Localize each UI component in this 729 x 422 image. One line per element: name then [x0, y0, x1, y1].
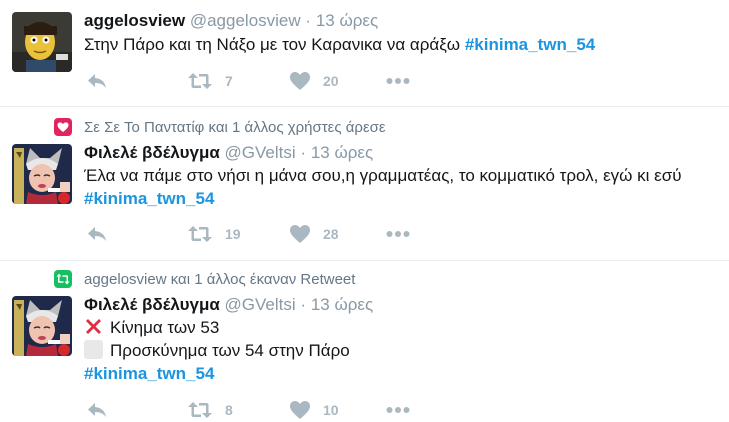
retweet-count: 19: [225, 226, 241, 242]
context-text[interactable]: aggelosview και 1 άλλος έκαναν Retweet: [84, 271, 355, 288]
tweet-text: Έλα να πάμε στο νήσι η μάνα σου,η γραμμα…: [84, 164, 682, 210]
retweet-icon: [188, 73, 212, 89]
reply-icon: [88, 74, 106, 88]
reply-icon: [88, 227, 106, 241]
timestamp[interactable]: 13 ώρες: [311, 143, 373, 162]
tweet-body: Έλα να πάμε στο νήσι η μάνα σου,η γραμμα…: [84, 166, 682, 185]
reply-icon: [88, 403, 106, 417]
hashtag-link[interactable]: #kinima_twn_54: [84, 362, 350, 385]
like-button[interactable]: 10: [289, 398, 339, 422]
tweet-line-1: Κίνημα των 53: [84, 316, 350, 339]
tweet-2[interactable]: Σε Σε Το Παντατίφ και 1 άλλος χρήστες άρ…: [0, 107, 729, 260]
tweet-actions: 19 28: [84, 222, 484, 246]
separator: ·: [300, 295, 307, 314]
timestamp[interactable]: 13 ώρες: [311, 295, 373, 314]
avatar[interactable]: [12, 12, 72, 72]
tweet-1[interactable]: aggelosview @aggelosview · 13 ώρες Στην …: [0, 0, 729, 106]
author-name[interactable]: Φιλελέ βδέλυγμα: [84, 295, 220, 314]
context-text[interactable]: Σε Σε Το Παντατίφ και 1 άλλος χρήστες άρ…: [84, 119, 386, 136]
tweet-context: aggelosview και 1 άλλος έκαναν Retweet: [54, 269, 355, 289]
like-button[interactable]: 28: [289, 222, 339, 246]
author-handle[interactable]: @GVeltsi: [225, 143, 296, 162]
heart-icon: [290, 72, 310, 90]
tweet-header: Φιλελέ βδέλυγμα @GVeltsi · 13 ώρες: [84, 295, 373, 315]
like-button[interactable]: 20: [289, 69, 339, 93]
hashtag-link[interactable]: #kinima_twn_54: [465, 35, 595, 54]
retweet-button[interactable]: 8: [187, 398, 233, 422]
heart-icon: [290, 401, 310, 419]
retweet-icon: [188, 402, 212, 418]
more-button[interactable]: [386, 69, 410, 93]
tweet-actions: 7 20: [84, 69, 484, 93]
empty-box-icon: [84, 340, 103, 359]
like-count: 20: [323, 73, 339, 89]
more-dots-icon: [386, 231, 410, 237]
separator: ·: [305, 11, 312, 30]
tweet-context: Σε Σε Το Παντατίφ και 1 άλλος χρήστες άρ…: [54, 117, 386, 137]
tweet-header: aggelosview @aggelosview · 13 ώρες: [84, 11, 378, 31]
avatar[interactable]: [12, 296, 72, 356]
author-handle[interactable]: @GVeltsi: [225, 295, 296, 314]
retweet-button[interactable]: 7: [187, 69, 233, 93]
more-button[interactable]: [386, 398, 410, 422]
tweet-body: Στην Πάρο και τη Νάξο με τον Καρανικα να…: [84, 35, 461, 54]
reply-button[interactable]: [86, 222, 108, 246]
tweet-line-2-text: Προσκύνημα των 54 στην Πάρο: [110, 341, 350, 360]
retweet-context-icon: [54, 270, 72, 288]
more-button[interactable]: [386, 222, 410, 246]
tweet-line-2: Προσκύνημα των 54 στην Πάρο: [84, 339, 350, 362]
author-name[interactable]: aggelosview: [84, 11, 185, 30]
hashtag-link[interactable]: #kinima_twn_54: [84, 187, 682, 210]
retweet-icon: [188, 226, 212, 242]
tweet-header: Φιλελέ βδέλυγμα @GVeltsi · 13 ώρες: [84, 143, 373, 163]
retweet-button[interactable]: 19: [187, 222, 241, 246]
retweet-count: 7: [225, 73, 233, 89]
tweet-actions: 8 10: [84, 398, 484, 422]
tweet-line-1-text: Κίνημα των 53: [110, 318, 220, 337]
retweet-count: 8: [225, 402, 233, 418]
more-dots-icon: [386, 78, 410, 84]
tweet-text: Κίνημα των 53 Προσκύνημα των 54 στην Πάρ…: [84, 316, 350, 385]
separator: ·: [300, 143, 307, 162]
timestamp[interactable]: 13 ώρες: [316, 11, 378, 30]
reply-button[interactable]: [86, 69, 108, 93]
author-handle[interactable]: @aggelosview: [190, 11, 301, 30]
author-name[interactable]: Φιλελέ βδέλυγμα: [84, 143, 220, 162]
tweet-text: Στην Πάρο και τη Νάξο με τον Καρανικα να…: [84, 33, 595, 56]
avatar[interactable]: [12, 144, 72, 204]
heart-icon: [290, 225, 310, 243]
like-count: 28: [323, 226, 339, 242]
more-dots-icon: [386, 407, 410, 413]
like-context-icon: [54, 118, 72, 136]
cross-mark-icon: [86, 319, 101, 334]
tweet-3[interactable]: aggelosview και 1 άλλος έκαναν Retweet Φ…: [0, 261, 729, 422]
reply-button[interactable]: [86, 398, 108, 422]
like-count: 10: [323, 402, 339, 418]
